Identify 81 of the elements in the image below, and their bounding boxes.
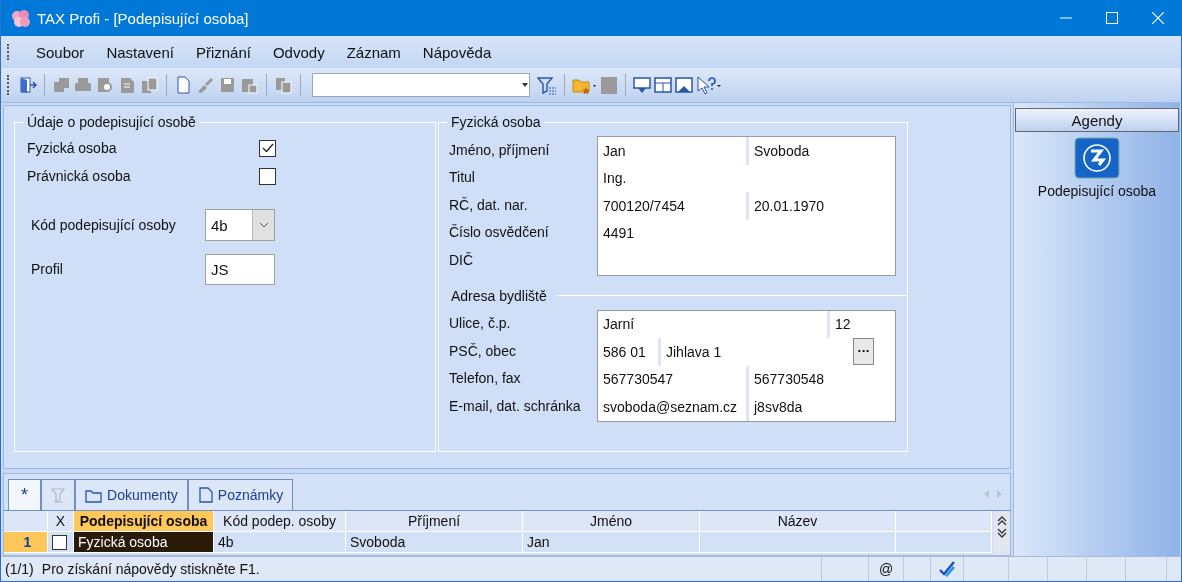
code-dropdown[interactable]: 4b: [205, 209, 275, 241]
table-cell: Svoboda: [346, 532, 523, 553]
checkbox-label: Právnická osoba: [27, 168, 132, 184]
value-field[interactable]: Jarní: [598, 310, 827, 338]
table-view-icon[interactable]: [654, 75, 672, 95]
form-view-icon[interactable]: [633, 75, 651, 95]
field-label: Jméno, příjmení: [449, 140, 551, 160]
value-field[interactable]: svoboda@seznam.cz: [598, 393, 746, 421]
signature-icon[interactable]: [1074, 137, 1120, 179]
maximize-icon[interactable]: [1106, 12, 1118, 24]
value-field[interactable]: 567730547: [598, 365, 746, 393]
row-number: 1: [4, 532, 48, 553]
window-title: TAX Profi - [Podepisující osoba]: [37, 9, 250, 27]
field-label: DIČ: [449, 250, 475, 270]
tab[interactable]: Dokumenty: [75, 479, 188, 510]
folder-icon: [85, 487, 102, 503]
agenda-label[interactable]: Podepisující osoba: [1037, 183, 1157, 199]
value-field[interactable]: 4491: [598, 219, 894, 247]
flower-logo-icon: [11, 8, 31, 28]
value-field[interactable]: Jan: [598, 137, 746, 165]
document-icon: [197, 487, 213, 503]
close-icon[interactable]: [1152, 12, 1164, 24]
table-cell: Jan: [523, 532, 700, 553]
browse-button[interactable]: ···: [853, 338, 874, 366]
checkbox[interactable]: [259, 167, 276, 185]
field-label: PSČ, obec: [449, 341, 517, 361]
status-message: Pro získání nápovědy stiskněte F1.: [40, 561, 261, 577]
menu-item[interactable]: Přiznání: [184, 43, 262, 61]
check-pen-icon: [938, 561, 956, 577]
table-cell: 4b: [214, 532, 346, 553]
value-field[interactable]: Svoboda: [746, 137, 894, 165]
help-pointer-icon[interactable]: [696, 75, 722, 95]
field-label: Kód podepisující osoby: [30, 217, 177, 233]
checkbox[interactable]: [52, 534, 67, 550]
filter-list-icon[interactable]: [537, 75, 557, 95]
menu-item[interactable]: Odvody: [261, 43, 336, 61]
split-view-icon[interactable]: [675, 75, 693, 95]
field-label: Ulice, č.p.: [449, 314, 512, 334]
column-header[interactable]: Podepisující osoba: [74, 511, 214, 532]
at-sign: @: [878, 561, 894, 577]
field-label: Telefon, fax: [449, 369, 522, 389]
group-title: Fyzická osoba: [450, 114, 542, 130]
menu-item[interactable]: Nastavení: [95, 43, 185, 61]
checkbox[interactable]: [259, 139, 276, 157]
value-field[interactable]: 700120/7454: [598, 192, 746, 220]
field-label: RČ, dat. nar.: [449, 195, 529, 215]
section-title: Adresa bydliště: [450, 287, 548, 304]
toolbar-combo-field[interactable]: [312, 73, 530, 97]
tab[interactable]: Poznámky: [187, 479, 294, 510]
value-field[interactable]: Ing.: [598, 164, 894, 192]
profile-field[interactable]: JS: [205, 253, 275, 285]
panel-header[interactable]: Agendy: [1015, 108, 1179, 132]
tab[interactable]: *: [8, 479, 41, 510]
group-title: Údaje o podepisující osobě: [26, 114, 197, 130]
column-header[interactable]: Příjmení: [346, 511, 523, 532]
menu-item[interactable]: Nápověda: [411, 43, 503, 61]
filter-icon: [51, 487, 65, 503]
field-label: Profil: [30, 261, 64, 277]
checkbox-label: Fyzická osoba: [27, 140, 118, 156]
menu-item[interactable]: Záznam: [335, 43, 412, 61]
check-icon: [261, 143, 274, 153]
value-field[interactable]: 586 01: [598, 338, 658, 366]
scroll-down-icon[interactable]: [997, 528, 1007, 539]
column-header[interactable]: Název: [700, 511, 896, 532]
dropdown-arrow-icon[interactable]: [521, 82, 529, 88]
column-header[interactable]: Kód podep. osoby: [214, 511, 346, 532]
scroll-up-icon[interactable]: [997, 515, 1007, 526]
value-field[interactable]: j8sv8da: [746, 393, 894, 421]
table-cell: Fyzická osoba: [74, 532, 214, 553]
value-field[interactable]: 567730548: [746, 365, 894, 393]
chevron-down-icon: [258, 222, 269, 228]
menu-item[interactable]: Soubor: [25, 43, 96, 61]
record-position: (1/1): [4, 561, 35, 577]
column-header[interactable]: X: [48, 511, 74, 532]
field-label: Titul: [449, 168, 476, 188]
field-label: Číslo osvědčení: [449, 223, 550, 243]
value-field[interactable]: 20.01.1970: [746, 192, 894, 220]
new-document-icon[interactable]: [174, 75, 193, 95]
exit-door-icon[interactable]: [18, 75, 37, 95]
field-label: E-mail, dat. schránka: [449, 396, 582, 416]
column-header[interactable]: Jméno: [523, 511, 700, 532]
